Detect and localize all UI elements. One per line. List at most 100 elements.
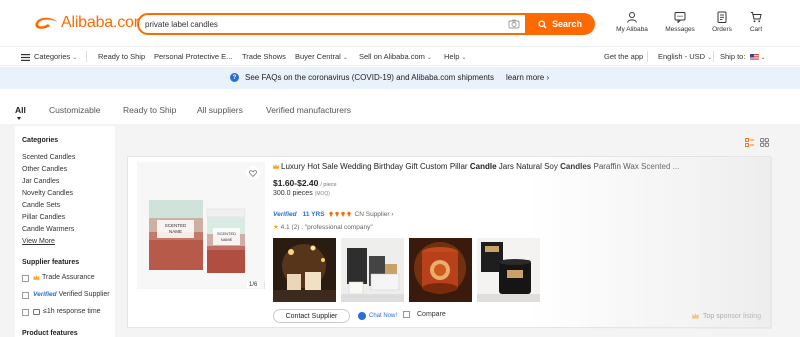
next-image-button[interactable]: ▶ (264, 282, 265, 289)
chevron-down-icon: ⌄ (72, 55, 78, 61)
card-fade-overlay (528, 157, 772, 329)
product-thumbnails (273, 238, 541, 302)
get-app-link[interactable]: Get the app (604, 52, 643, 61)
crown-icon (272, 163, 280, 169)
categories-menu[interactable]: Categories ⌄ (21, 52, 77, 61)
sponsor-label: Top sponsor listing (703, 312, 761, 320)
verified-supplier-option[interactable]: Verified Verified Supplier (33, 291, 110, 298)
rating-value: 4.1 (2) (280, 224, 300, 231)
response-time-label: ≤1h response time (43, 308, 101, 315)
crown-icon (33, 274, 40, 280)
search-input[interactable] (145, 17, 505, 31)
list-view-icon[interactable] (745, 138, 754, 147)
filter-sidebar: Categories Scented Candles Other Candles… (15, 126, 115, 337)
compare-option[interactable]: Compare (403, 311, 446, 318)
top-sponsor-listing: Top sponsor listing (691, 312, 761, 320)
category-novelty-candles[interactable]: Novelty Candles (22, 190, 73, 197)
thumbnail-2[interactable] (341, 238, 404, 302)
tab-all[interactable]: All (15, 105, 26, 115)
help-label: Help (444, 52, 460, 61)
search-button[interactable]: Search (525, 13, 595, 35)
tab-verified-manufacturers[interactable]: Verified manufacturers (266, 105, 351, 115)
messages-label: Messages (665, 26, 695, 33)
title-keyword-candles: Candles (560, 162, 592, 171)
jar-label-line1: SCENTED (217, 231, 236, 236)
cart-link[interactable]: Cart (736, 11, 776, 39)
supplier-info[interactable]: Verified 11 YRS CN Supplier › (273, 211, 394, 218)
nav-item-help[interactable]: Help ⌄ (444, 52, 466, 61)
chevron-down-icon: ⌄ (461, 55, 467, 61)
chevron-down-icon: ⌄ (342, 55, 348, 61)
nav-item-trade-shows[interactable]: Trade Shows (242, 52, 286, 61)
category-candle-sets[interactable]: Candle Sets (22, 202, 60, 209)
category-scented-candles[interactable]: Scented Candles (22, 154, 75, 161)
contact-supplier-button[interactable]: Contact Supplier (273, 309, 350, 323)
sell-label: Sell on Alibaba.com (359, 52, 425, 61)
box-label-line2: NAME (169, 229, 182, 234)
verified-badge: Verified (33, 291, 57, 298)
learn-more-link[interactable]: learn more › (506, 73, 549, 82)
nav-item-sell[interactable]: Sell on Alibaba.com ⌄ (359, 52, 432, 61)
category-other-candles[interactable]: Other Candles (22, 166, 67, 173)
supplier-features-title: Supplier features (22, 259, 80, 266)
cart-icon (750, 12, 762, 23)
category-pillar-candles[interactable]: Pillar Candles (22, 214, 65, 221)
response-time-checkbox[interactable] (22, 309, 29, 316)
hamburger-icon (21, 53, 30, 61)
title-keyword-candle: Candle (469, 162, 497, 171)
trade-assurance-option[interactable]: Trade Assurance (33, 274, 95, 281)
product-price: $1.60-$2.40/ piece (273, 178, 337, 188)
covid-banner: ? See FAQs on the coronavirus (COVID-19)… (0, 67, 800, 89)
tab-all-suppliers[interactable]: All suppliers (197, 105, 243, 115)
camera-icon[interactable] (508, 18, 520, 30)
favorite-button[interactable] (246, 166, 260, 180)
orders-icon (717, 11, 727, 23)
compare-label: Compare (417, 311, 446, 318)
tab-ready-to-ship[interactable]: Ready to Ship (123, 105, 176, 115)
grid-view-icon[interactable] (760, 138, 769, 147)
product-card[interactable]: SCENTED NAME SCENTED NAME 1/6 ▶ Luxury H… (127, 156, 772, 329)
buyer-central-label: Buyer Central (295, 52, 341, 61)
my-alibaba-link[interactable]: My Alibaba (612, 11, 652, 39)
box-label-line1: SCENTED (165, 223, 187, 228)
result-tabs: All Customizable Ready to Ship All suppl… (0, 100, 800, 122)
thumbnail-4[interactable] (477, 238, 540, 302)
user-icon (627, 12, 637, 23)
compare-checkbox[interactable] (403, 311, 410, 318)
response-time-option[interactable]: ≤1h response time (33, 308, 101, 315)
product-image[interactable]: SCENTED NAME SCENTED NAME 1/6 ▶ (137, 162, 265, 289)
search-bar: Search (137, 13, 595, 35)
view-more-link[interactable]: View More (22, 238, 55, 245)
crown-icon (692, 313, 699, 319)
product-title[interactable]: Luxury Hot Sale Wedding Birthday Gift Cu… (272, 162, 742, 171)
nav-item-buyer-central[interactable]: Buyer Central ⌄ (295, 52, 348, 61)
category-candle-warmers[interactable]: Candle Warmers (22, 226, 74, 233)
info-icon: ? (230, 73, 239, 82)
us-flag-icon (749, 54, 759, 61)
gold-supplier-icons (328, 211, 352, 218)
price-range: $1.60-$2.40 (273, 178, 319, 188)
tab-customizable[interactable]: Customizable (49, 105, 101, 115)
nav-item-ppe[interactable]: Personal Protective E... (154, 52, 232, 61)
alibaba-logo[interactable]: Alibaba.com (33, 14, 147, 32)
ship-to-select[interactable]: Ship to: ⌄ (720, 52, 766, 61)
thumbnail-1[interactable] (273, 238, 336, 302)
title-suffix: Paraffin Wax Scented ... (593, 162, 680, 171)
language-label: English - USD (658, 52, 706, 61)
trade-assurance-label: Trade Assurance (42, 274, 95, 281)
chat-now-button[interactable]: Chat Now! (358, 310, 397, 322)
search-button-label: Search (551, 19, 583, 29)
title-prefix: Luxury Hot Sale Wedding Birthday Gift Cu… (281, 162, 468, 171)
language-currency-select[interactable]: English - USD ⌄ (658, 52, 712, 61)
verified-supplier-checkbox[interactable] (22, 292, 29, 299)
messages-link[interactable]: Messages (660, 11, 700, 39)
chevron-down-icon: ⌄ (760, 55, 766, 61)
categories-title: Categories (22, 137, 59, 144)
category-jar-candles[interactable]: Jar Candles (22, 178, 59, 185)
logo-text: Alibaba.com (61, 14, 147, 31)
thumbnail-3[interactable] (409, 238, 472, 302)
product-features-title: Product features (22, 330, 78, 337)
nav-item-ready-to-ship[interactable]: Ready to Ship (98, 52, 145, 61)
trade-assurance-checkbox[interactable] (22, 275, 29, 282)
moq-value: 300.0 pieces (273, 190, 313, 197)
